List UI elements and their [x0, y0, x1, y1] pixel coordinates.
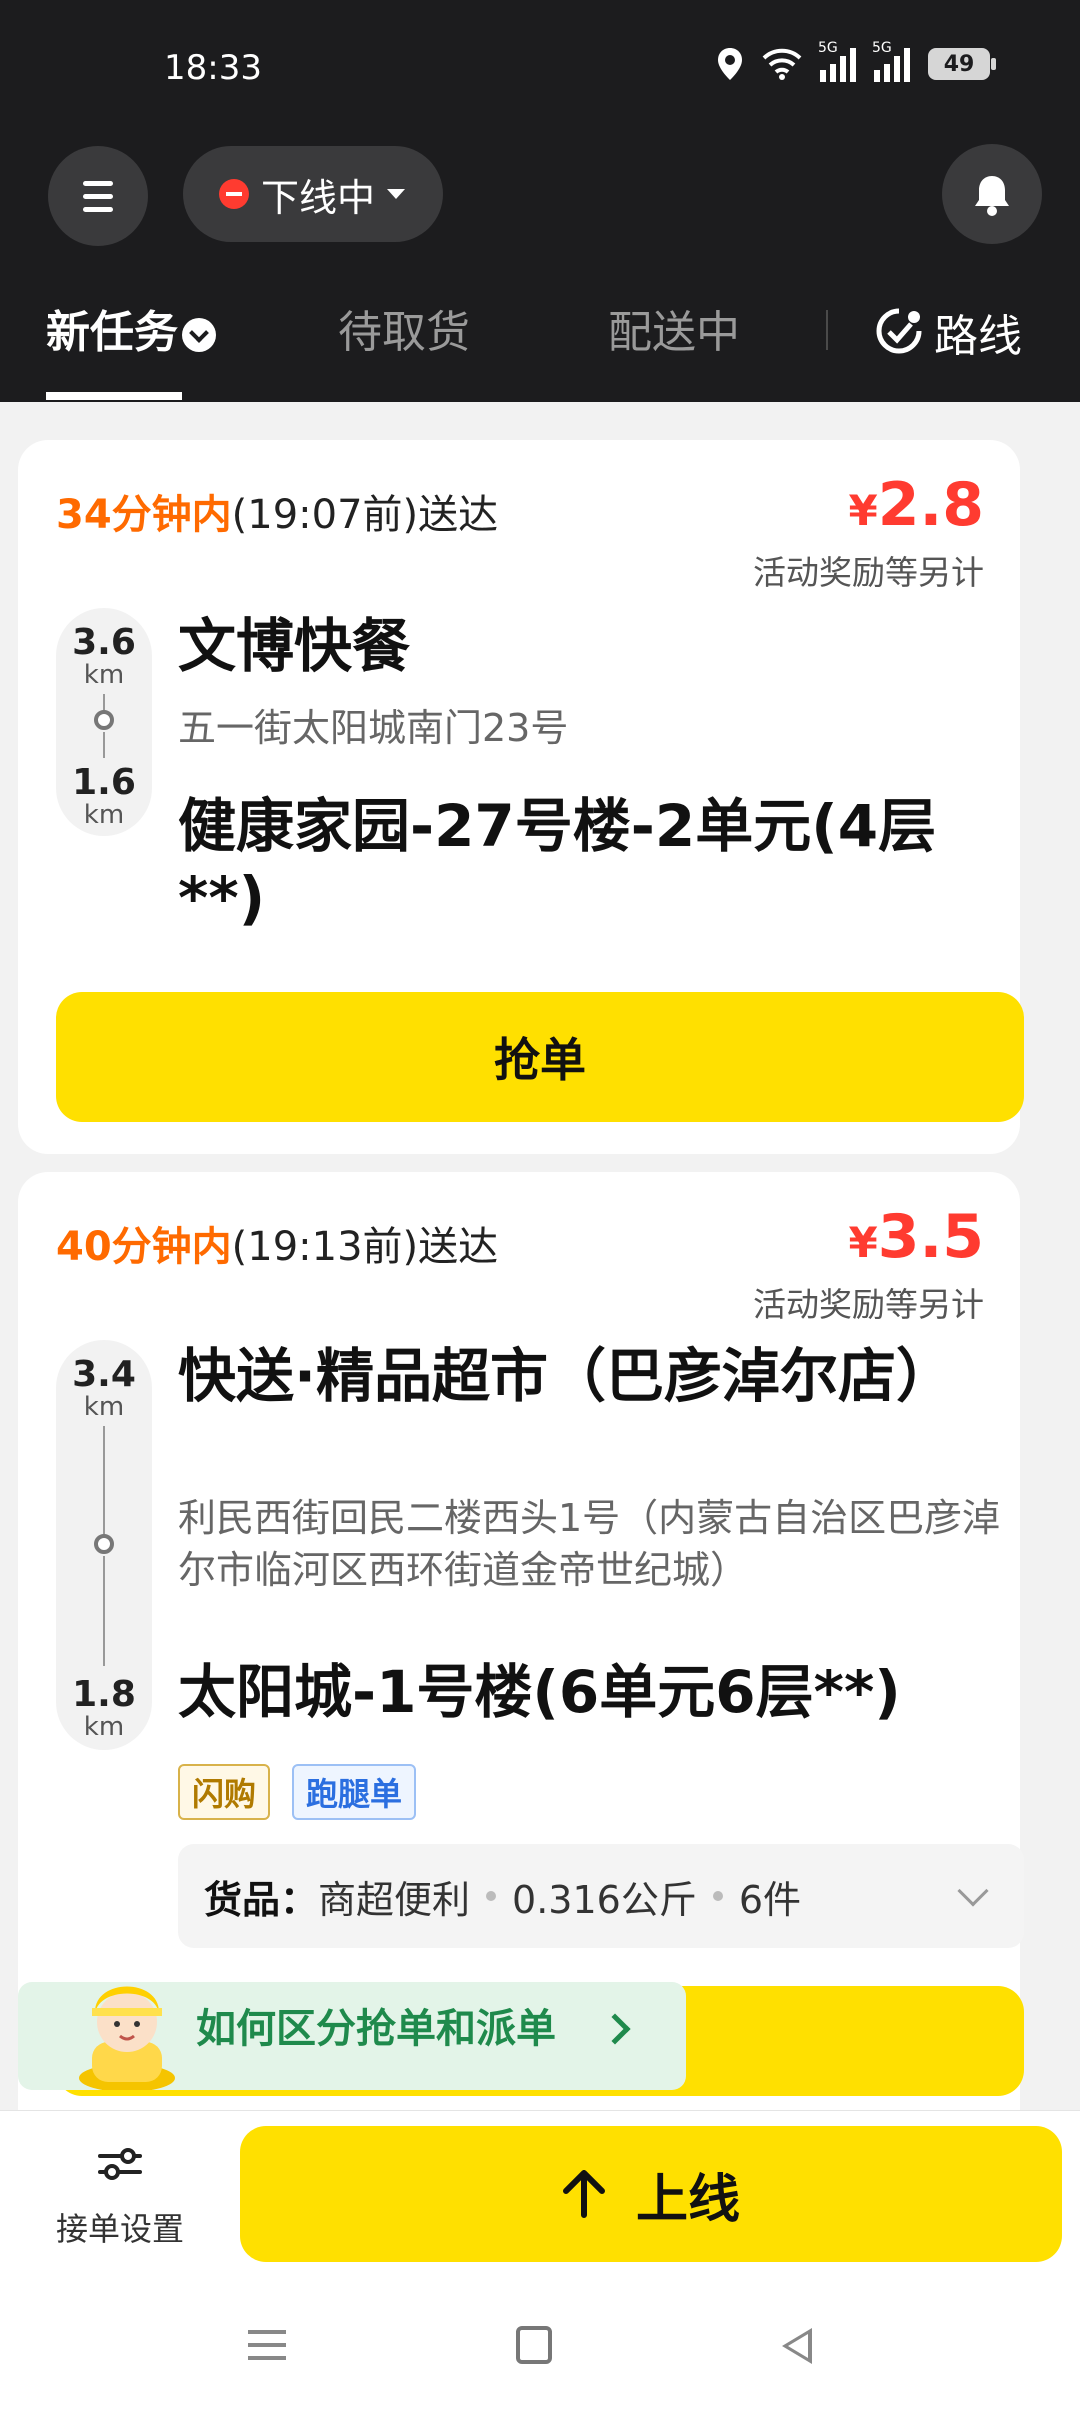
order-price: ¥3.5 — [848, 1202, 984, 1272]
goods-count: 6件 — [738, 1877, 802, 1922]
tag-errand: 跑腿单 — [292, 1764, 417, 1820]
go-online-label: 上线 — [635, 2169, 740, 2230]
bell-icon — [975, 176, 1009, 216]
rail-line — [103, 732, 105, 758]
goods-category: 商超便利 — [318, 1877, 471, 1922]
order-card[interactable]: 34分钟内(19:07前)送达 ¥2.8 活动奖励等另计 3.6 km 1.6 … — [18, 440, 1024, 1154]
courier-avatar-icon — [79, 1986, 175, 2090]
sliders-icon — [98, 2148, 142, 2180]
dropoff-distance: 1.6 km — [56, 762, 152, 830]
chevron-down-circle-icon — [182, 318, 216, 352]
app-header: 18:33 5G 5G 49 下线中 新任务 待取货 配送中 路线 — [0, 0, 1080, 402]
arrow-up-icon — [562, 2170, 605, 2218]
tab-divider — [826, 310, 828, 350]
recent-apps-button[interactable] — [248, 2330, 286, 2369]
destination-address: 健康家园-27号楼-2单元(4层**) — [178, 792, 937, 932]
route-label: 路线 — [934, 311, 1022, 362]
delivery-eta: 40分钟内(19:13前)送达 — [56, 1214, 498, 1272]
distance-unit: km — [83, 660, 125, 690]
status-icons: 5G 5G 49 — [716, 40, 996, 82]
currency-symbol: ¥ — [848, 1218, 878, 1267]
online-status-dropdown[interactable]: 下线中 — [183, 146, 443, 242]
accept-settings-label: 接单设置 — [55, 2210, 184, 2248]
distance-unit: km — [83, 800, 125, 830]
price-value: 2.8 — [877, 470, 984, 540]
signal-icon-2: 5G — [872, 40, 910, 82]
menu-button[interactable] — [48, 146, 148, 246]
shop-name: 快送·精品超市（巴彦淖尔店） — [178, 1342, 955, 1410]
distance-rail: 3.4 km 1.8 km — [56, 1340, 152, 1750]
accept-settings-button[interactable]: 接单设置 — [52, 2140, 188, 2250]
help-banner-text: 如何区分抢单和派单 — [196, 2006, 556, 2052]
tab-label: 新任务 — [46, 307, 178, 358]
distance-value: 3.4 — [72, 1354, 136, 1395]
distance-value: 1.8 — [72, 1674, 136, 1715]
eta-deadline: (19:07前)送达 — [231, 492, 499, 538]
signal-icon: 5G — [818, 40, 856, 82]
network-label: 5G — [818, 40, 838, 56]
price-value: 3.5 — [877, 1202, 984, 1272]
eta-highlight: 40分钟内 — [56, 1224, 232, 1270]
go-online-button[interactable]: 上线 — [240, 2126, 1062, 2262]
order-price: ¥2.8 — [848, 470, 984, 540]
eta-deadline: (19:13前)送达 — [231, 1224, 499, 1270]
eta-highlight: 34分钟内 — [56, 492, 232, 538]
distance-value: 1.6 — [72, 762, 136, 803]
distance-value: 3.6 — [72, 622, 136, 663]
back-button[interactable] — [782, 2328, 812, 2364]
status-time: 18:33 — [164, 48, 262, 88]
pickup-distance: 3.6 km — [56, 622, 152, 690]
separator-dot — [712, 1891, 723, 1901]
notification-button[interactable] — [942, 144, 1042, 244]
delivery-eta: 34分钟内(19:07前)送达 — [56, 482, 498, 540]
pickup-distance: 3.4 km — [56, 1354, 152, 1422]
distance-unit: km — [83, 1392, 125, 1422]
pin-icon — [94, 1534, 114, 1554]
shop-address: 五一街太阳城南门23号 — [178, 706, 569, 750]
goods-weight: 0.316公斤 — [512, 1877, 697, 1922]
online-status-label: 下线中 — [261, 175, 376, 220]
distance-unit: km — [83, 1712, 125, 1742]
rail-line — [103, 1556, 105, 1666]
pin-icon — [94, 710, 114, 730]
tab-delivering[interactable]: 配送中 — [608, 296, 740, 360]
route-icon — [876, 308, 922, 354]
tab-new-tasks[interactable]: 新任务 — [46, 296, 216, 360]
separator-dot — [486, 1891, 497, 1901]
shop-address: 利民西街回民二楼西头1号（内蒙古自治区巴彦淖尔市临河区西环街道金帝世纪城） — [178, 1496, 1001, 1592]
grab-order-button[interactable]: 抢单 — [56, 992, 1024, 1122]
offline-icon — [219, 179, 249, 209]
shop-name: 文博快餐 — [178, 612, 411, 680]
tab-label: 配送中 — [608, 307, 740, 358]
chevron-down-icon — [387, 189, 406, 199]
reward-note: 活动奖励等另计 — [753, 553, 984, 592]
network-label: 5G — [872, 40, 892, 56]
goods-label: 货品： — [204, 1877, 319, 1922]
currency-symbol: ¥ — [848, 486, 878, 535]
dropoff-distance: 1.8 km — [56, 1674, 152, 1742]
tab-label: 待取货 — [338, 307, 470, 358]
chevron-down-icon — [957, 1875, 989, 1907]
distance-rail: 3.6 km 1.6 km — [56, 608, 152, 836]
destination-address: 太阳城-1号楼(6单元6层**) — [178, 1658, 901, 1726]
wifi-icon — [762, 48, 802, 80]
rail-line — [103, 1426, 105, 1536]
tab-pending-pickup[interactable]: 待取货 — [338, 296, 470, 360]
home-button[interactable] — [516, 2326, 552, 2364]
tag-flash-purchase: 闪购 — [178, 1764, 271, 1820]
active-tab-indicator — [46, 392, 182, 400]
location-icon — [718, 48, 742, 80]
route-button[interactable]: 路线 — [874, 300, 1022, 364]
battery-icon: 49 — [928, 48, 996, 80]
reward-note: 活动奖励等另计 — [753, 1285, 984, 1324]
goods-summary[interactable]: 货品： 商超便利 0.316公斤 6件 — [178, 1844, 1024, 1948]
